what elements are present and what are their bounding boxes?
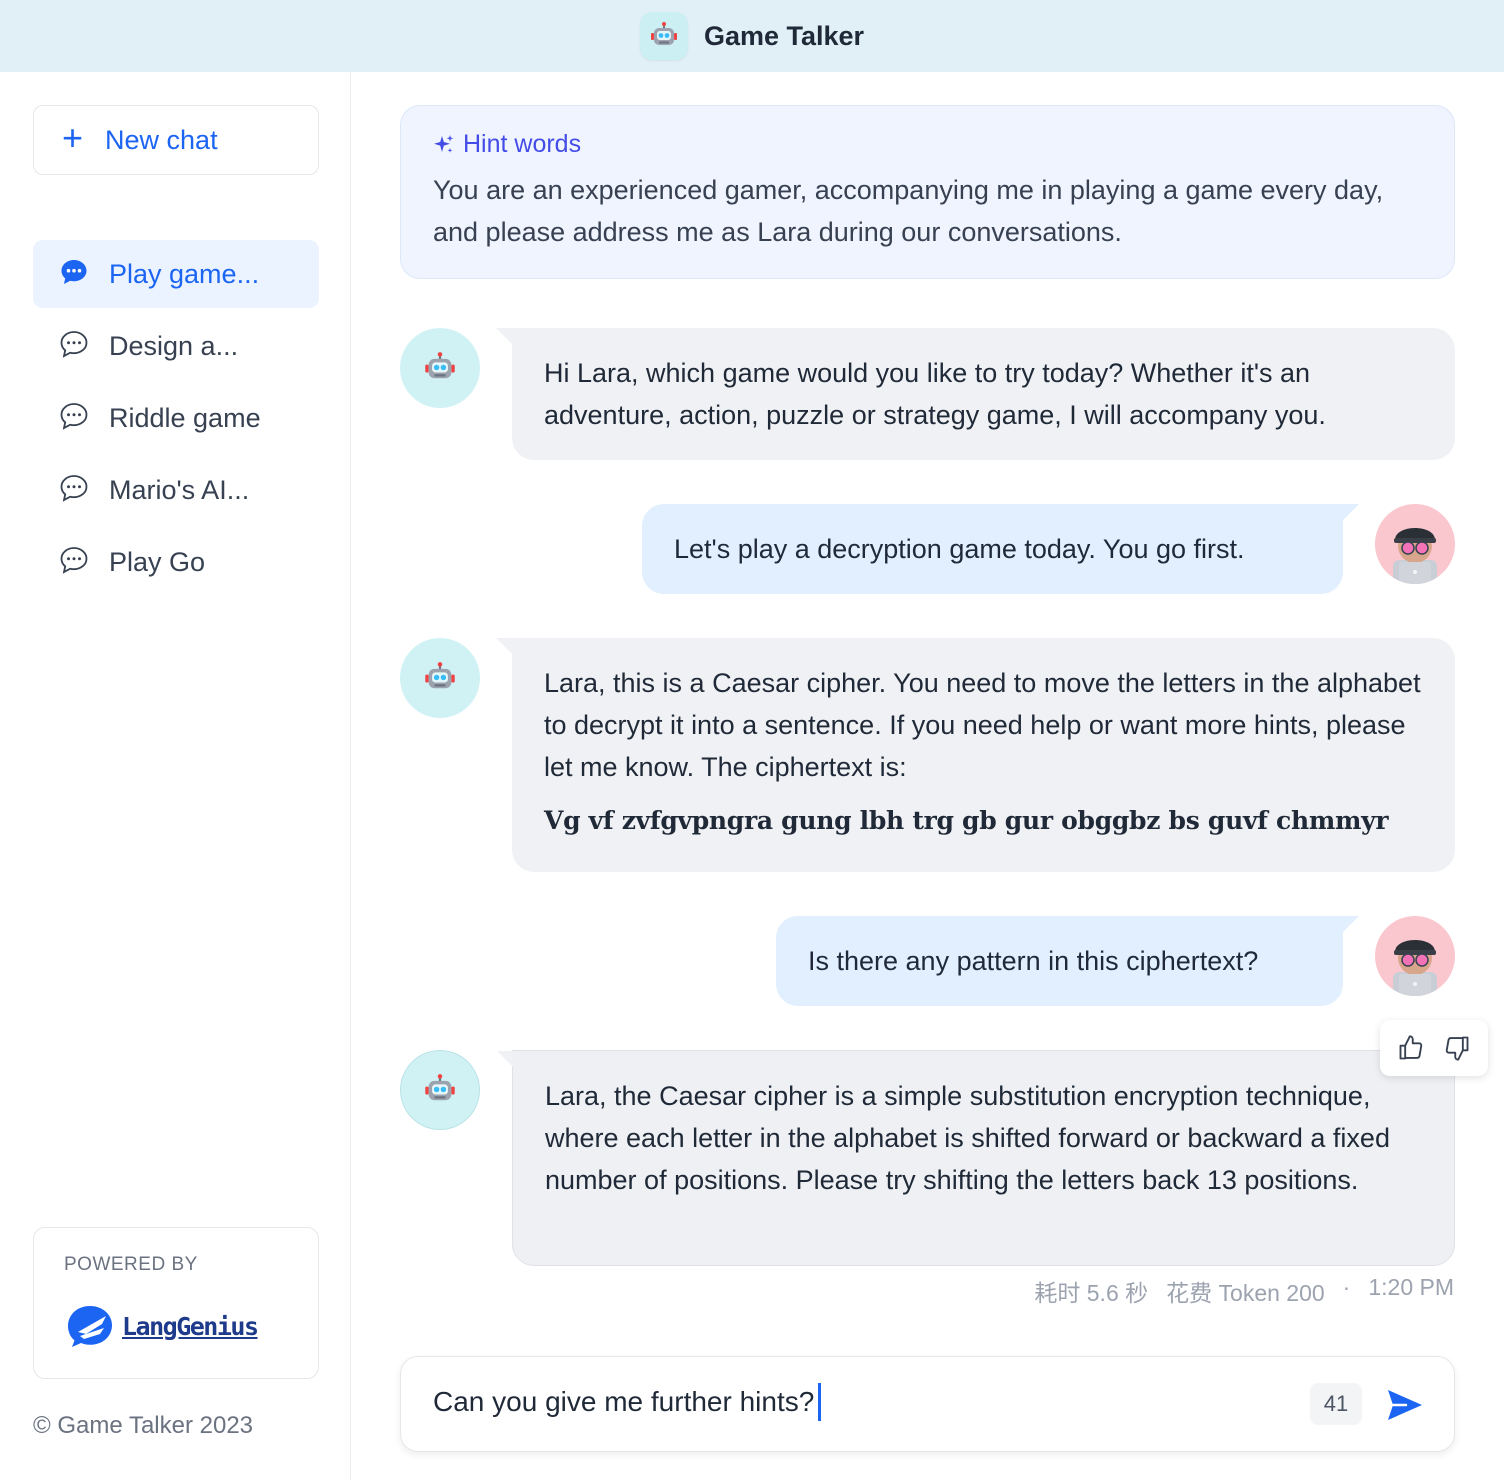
top-bar: Game Talker — [0, 0, 1504, 72]
robot-icon — [425, 1074, 455, 1101]
conversation-item-mario[interactable]: Mario's AI... — [33, 456, 319, 524]
message-timestamp: 1:20 PM — [1368, 1274, 1454, 1300]
character-count: 41 — [1310, 1383, 1362, 1425]
message-input-text[interactable]: Can you give me further hints? — [433, 1383, 822, 1421]
message-input[interactable]: Can you give me further hints? 41 — [400, 1356, 1455, 1452]
sparkle-icon — [434, 134, 454, 153]
input-value: Can you give me further hints? — [433, 1386, 815, 1417]
conversation-item-play-go[interactable]: Play Go — [33, 528, 319, 596]
message-text: Let's play a decryption game today. You … — [674, 534, 1245, 564]
user-avatar — [1375, 504, 1455, 584]
conversation-label: Riddle game — [109, 402, 261, 433]
copyright-text: © Game Talker 2023 — [33, 1412, 254, 1439]
user-avatar — [1375, 916, 1455, 996]
langgenius-wordmark: LangGenius — [122, 1311, 259, 1341]
plus-icon: + — [62, 117, 84, 158]
user-memoji-icon — [1375, 504, 1455, 584]
hint-words-text: You are an experienced gamer, accompanyi… — [433, 175, 1384, 247]
send-button[interactable] — [1382, 1383, 1428, 1427]
robot-icon — [639, 12, 688, 60]
conversation-label: Mario's AI... — [109, 474, 250, 505]
robot-icon — [425, 662, 455, 689]
chat-bubble-icon — [59, 329, 89, 364]
send-icon — [1388, 1390, 1422, 1420]
langgenius-mark-icon — [68, 1306, 112, 1347]
sidebar: + New chat Play game... Design a... Ridd… — [0, 72, 351, 1480]
bot-avatar — [400, 1050, 480, 1130]
powered-by-caption: POWERED BY — [64, 1254, 198, 1275]
bot-avatar — [400, 638, 480, 718]
app-title: Game Talker — [703, 20, 865, 51]
new-chat-button[interactable]: + New chat — [33, 105, 319, 175]
thumbs-down-icon[interactable] — [1437, 1028, 1477, 1068]
bot-message: Lara, the Caesar cipher is a simple subs… — [497, 1050, 1455, 1266]
chat-panel: Hint words You are an experienced gamer,… — [352, 72, 1504, 1480]
message-text: Is there any pattern in this ciphertext? — [808, 946, 1259, 976]
conversation-item-riddle-game[interactable]: Riddle game — [33, 384, 319, 452]
bot-message: Hi Lara, which game would you like to tr… — [496, 328, 1455, 460]
langgenius-logo[interactable]: LangGenius — [66, 1304, 259, 1348]
time-cost: 耗时 5.6 秒 — [1034, 1280, 1149, 1306]
thumbs-up-icon[interactable] — [1391, 1028, 1431, 1068]
conversation-label: Play Go — [109, 546, 206, 577]
message-text: Lara, the Caesar cipher is a simple subs… — [545, 1081, 1390, 1195]
message-text: Lara, this is a Caesar cipher. You need … — [544, 668, 1421, 782]
chat-bubble-icon — [59, 545, 89, 580]
hint-words-header: Hint words — [433, 130, 1422, 159]
new-chat-label: New chat — [105, 124, 218, 155]
conversation-label: Play game... — [109, 258, 260, 289]
bot-avatar — [400, 328, 480, 408]
user-message: Let's play a decryption game today. You … — [642, 504, 1359, 594]
chat-bubble-icon — [59, 257, 89, 292]
feedback-toolbar — [1380, 1020, 1488, 1076]
user-memoji-icon — [1375, 916, 1455, 996]
hint-words-title: Hint words — [463, 130, 582, 158]
chat-bubble-icon — [59, 473, 89, 508]
token-cost: 花费 Token 200 — [1166, 1280, 1325, 1306]
chat-bubble-icon — [59, 401, 89, 436]
text-caret — [818, 1383, 822, 1421]
conversation-item-design[interactable]: Design a... — [33, 312, 319, 380]
user-message: Is there any pattern in this ciphertext? — [776, 916, 1359, 1006]
message-text: Hi Lara, which game would you like to tr… — [544, 358, 1326, 430]
meta-separator: · — [1342, 1274, 1351, 1300]
conversation-item-play-game[interactable]: Play game... — [33, 240, 319, 308]
ciphertext: Vg vf zvfgvpngra gung lbh trg gb gur obg… — [544, 806, 1389, 835]
bot-message: Lara, this is a Caesar cipher. You need … — [496, 638, 1455, 872]
hint-words-card: Hint words You are an experienced gamer,… — [400, 105, 1455, 279]
robot-icon — [425, 352, 455, 379]
conversation-label: Design a... — [109, 330, 239, 361]
conversation-list: Play game... Design a... Riddle game Mar… — [33, 240, 319, 600]
powered-by-card: POWERED BY LangGenius — [33, 1227, 319, 1379]
message-meta: 耗时 5.6 秒 花费 Token 200 · 1:20 PM — [1034, 1274, 1454, 1308]
